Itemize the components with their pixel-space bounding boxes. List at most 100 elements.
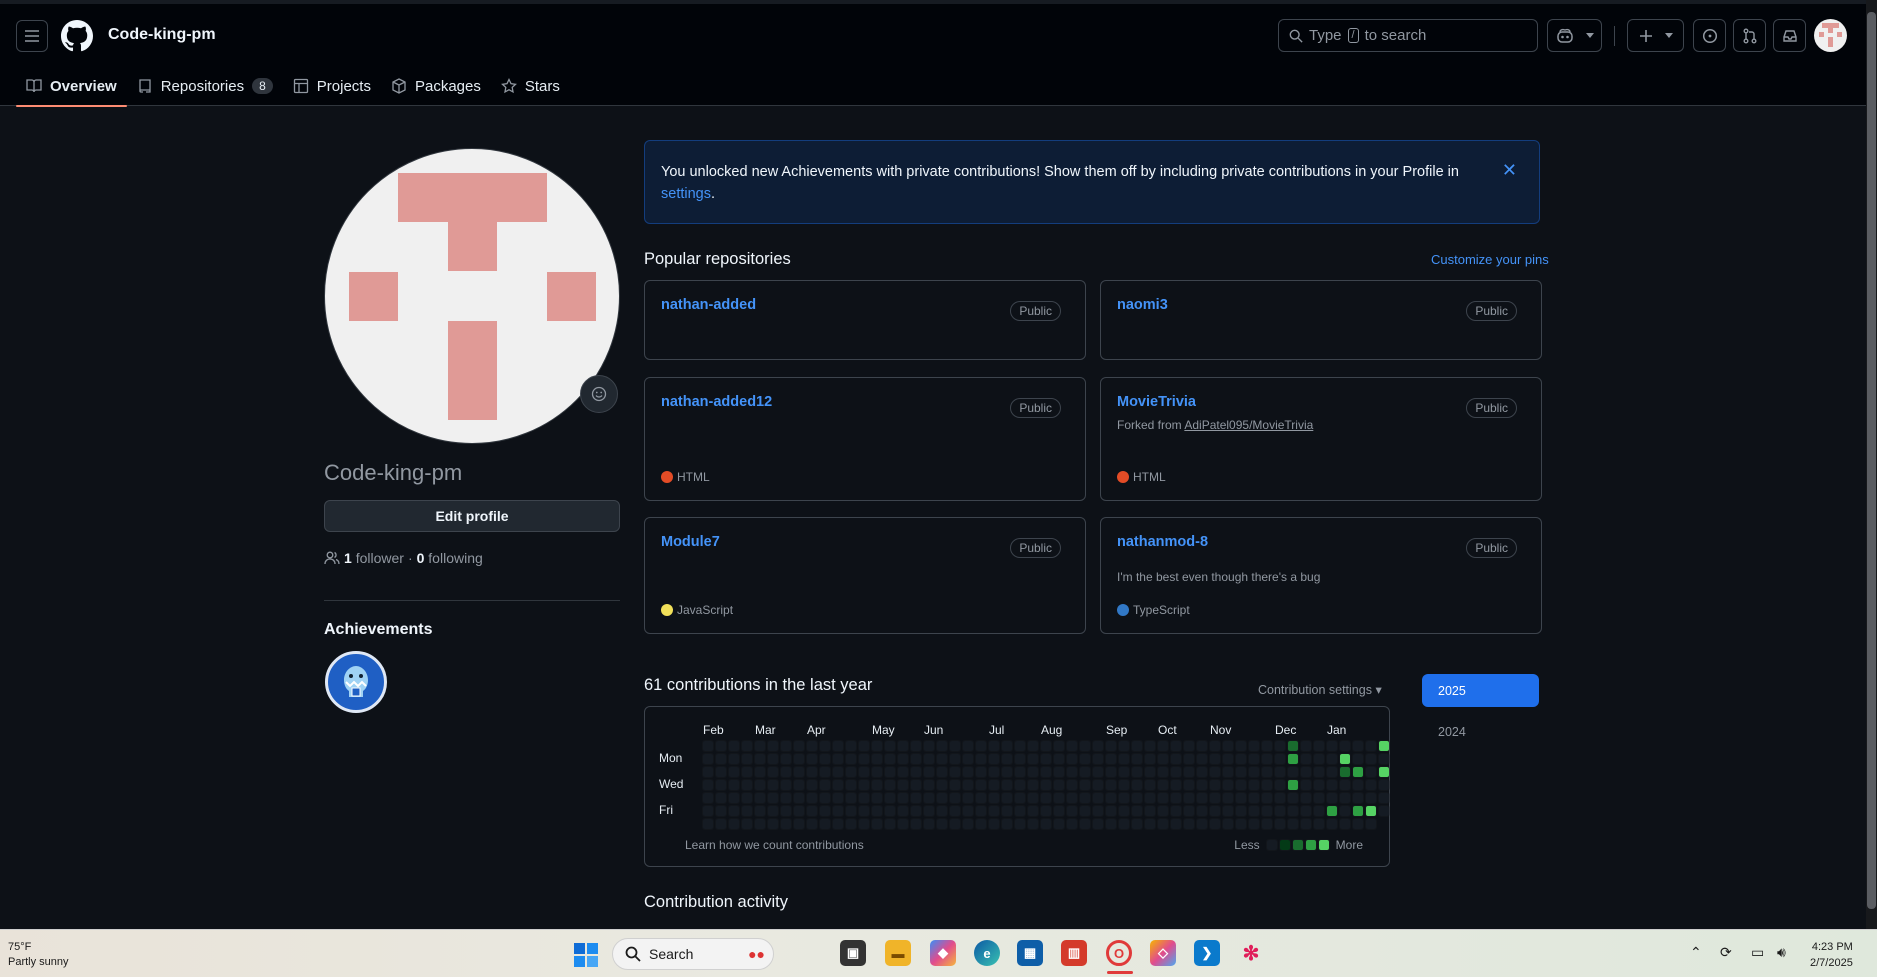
learn-contributions-link[interactable]: Learn how we count contributions [685,838,864,852]
contribution-day[interactable] [1287,766,1299,778]
contribution-day[interactable] [767,740,779,752]
contribution-day[interactable] [1261,753,1273,765]
contribution-day[interactable] [1014,753,1026,765]
contribution-day[interactable] [1196,792,1208,804]
contribution-day[interactable] [1183,805,1195,817]
contribution-day[interactable] [1209,753,1221,765]
tab-overview[interactable]: Overview [16,66,127,107]
contribution-day[interactable] [1183,766,1195,778]
contribution-day[interactable] [806,818,818,830]
scrollbar-thumb[interactable] [1867,12,1876,909]
contribution-day[interactable] [1157,792,1169,804]
contribution-day[interactable] [884,818,896,830]
contribution-day[interactable] [910,766,922,778]
contribution-day[interactable] [1157,779,1169,791]
contribution-day[interactable] [1001,818,1013,830]
contribution-day[interactable] [1287,818,1299,830]
contribution-day[interactable] [1040,779,1052,791]
contribution-day[interactable] [780,753,792,765]
contribution-day[interactable] [1105,740,1117,752]
contribution-day[interactable] [1079,792,1091,804]
contribution-day[interactable] [832,792,844,804]
contribution-day[interactable] [1118,779,1130,791]
contribution-day[interactable] [1131,740,1143,752]
contribution-day[interactable] [988,740,1000,752]
copilot-button[interactable] [1547,19,1602,52]
contribution-day[interactable] [1209,779,1221,791]
contribution-day[interactable] [1274,805,1286,817]
contribution-day[interactable] [1235,792,1247,804]
contribution-day[interactable] [793,805,805,817]
contribution-day[interactable] [1001,766,1013,778]
search-input[interactable]: Type / to search [1278,19,1538,52]
contribution-day[interactable] [1170,779,1182,791]
contribution-day[interactable] [754,766,766,778]
contribution-day[interactable] [1131,792,1143,804]
tab-packages[interactable]: Packages [381,66,491,106]
contribution-day[interactable] [897,779,909,791]
contribution-day[interactable] [858,753,870,765]
contribution-day[interactable] [1040,740,1052,752]
tab-projects[interactable]: Projects [283,66,381,106]
contribution-day[interactable] [871,805,883,817]
contribution-day[interactable] [1339,753,1351,765]
contribution-day[interactable] [1287,740,1299,752]
contribution-day[interactable] [1196,818,1208,830]
contribution-day[interactable] [988,792,1000,804]
contribution-day[interactable] [832,779,844,791]
contribution-day[interactable] [715,779,727,791]
contribution-day[interactable] [1040,805,1052,817]
contribution-day[interactable] [962,818,974,830]
contribution-day[interactable] [1313,818,1325,830]
contribution-day[interactable] [858,805,870,817]
contribution-day[interactable] [845,779,857,791]
contribution-day[interactable] [728,818,740,830]
set-status-button[interactable] [580,375,618,413]
contribution-day[interactable] [1131,753,1143,765]
contribution-day[interactable] [975,753,987,765]
contribution-day[interactable] [871,753,883,765]
contribution-day[interactable] [1326,753,1338,765]
contribution-day[interactable] [715,766,727,778]
contribution-day[interactable] [1339,779,1351,791]
contribution-day[interactable] [910,740,922,752]
contribution-day[interactable] [1118,753,1130,765]
contribution-day[interactable] [858,779,870,791]
contribution-day[interactable] [1235,753,1247,765]
contribution-day[interactable] [936,740,948,752]
sketch-app-icon[interactable]: ◇ [1150,940,1176,966]
contribution-day[interactable] [936,805,948,817]
contribution-day[interactable] [962,740,974,752]
windows-start-icon[interactable] [574,943,598,967]
contribution-day[interactable] [1352,753,1364,765]
contribution-day[interactable] [1352,792,1364,804]
menu-icon[interactable] [16,20,48,52]
contribution-day[interactable] [1105,766,1117,778]
close-icon[interactable]: ✕ [1502,159,1517,181]
contribution-day[interactable] [1222,792,1234,804]
contribution-day[interactable] [1092,753,1104,765]
contribution-day[interactable] [1053,740,1065,752]
contribution-day[interactable] [962,753,974,765]
contribution-day[interactable] [1131,766,1143,778]
contribution-day[interactable] [728,753,740,765]
contribution-day[interactable] [871,792,883,804]
contribution-day[interactable] [715,805,727,817]
contribution-day[interactable] [962,792,974,804]
show-hidden-icons[interactable]: ⌃ [1690,944,1702,961]
contribution-day[interactable] [1040,792,1052,804]
contribution-day[interactable] [728,805,740,817]
contribution-day[interactable] [1235,779,1247,791]
contribution-day[interactable] [1105,818,1117,830]
contribution-day[interactable] [1339,805,1351,817]
contribution-day[interactable] [1300,779,1312,791]
contribution-day[interactable] [1196,753,1208,765]
contribution-day[interactable] [1157,766,1169,778]
contribution-day[interactable] [1313,792,1325,804]
contribution-day[interactable] [1248,740,1260,752]
contribution-day[interactable] [1066,818,1078,830]
contribution-day[interactable] [884,779,896,791]
contribution-day[interactable] [754,753,766,765]
contribution-day[interactable] [962,805,974,817]
calendar-app-icon[interactable]: ▥ [1061,940,1087,966]
